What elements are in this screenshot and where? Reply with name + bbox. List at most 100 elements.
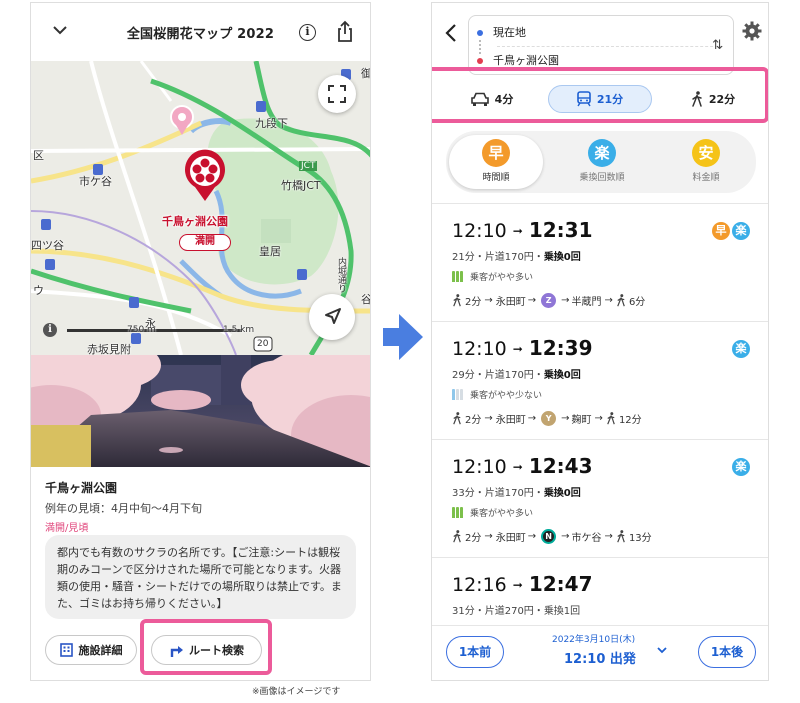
walk-time: 13分 [628,533,652,544]
arrival-time: 12:31 [528,218,593,242]
info-icon[interactable]: i [299,24,316,41]
route-times: 12:16 ➞ 12:47 [452,572,593,596]
building-icon [59,643,73,657]
crowd-text: 乗客がやや少ない [470,391,543,401]
route-meta: 31分・片道270円・乗換1回 [452,602,580,617]
map-place-name[interactable]: 千鳥ヶ淵公園 [162,213,228,229]
facility-detail-button[interactable]: 施設詳細 [45,635,137,665]
app-header: 全国桜開花マップ 2022 i [31,3,370,61]
place-description: 都内でも有数のサクラの名所です。【ご注意:シートは観桜期のみコーンで区分けされた… [45,535,356,619]
image-note: ※画像はイメージです [252,687,341,697]
route-duration-fare: 33分・片道170円・ [452,488,544,499]
route-badges: 楽 [730,340,750,358]
place-info: 千鳥ヶ淵公園 例年の見頃：4月中旬〜4月下旬 満開/見頃 [45,479,365,534]
previous-train-button[interactable]: 1本前 [446,636,504,668]
map-label-kudanshita: 九段下 [255,117,288,130]
sort-by-time[interactable]: 早 時間順 [449,135,543,189]
walk-time: 2分 [465,297,482,308]
sort-by-fare-label: 料金順 [692,173,720,183]
place-name: 千鳥ヶ淵公園 [45,481,118,495]
crowd-level-icon [452,389,464,400]
departure-time: 12:10 [452,338,507,360]
arrow-right-icon: → [594,413,603,424]
swap-icon[interactable]: ⇅ [712,38,723,53]
route-transfers: 乗換0回 [543,252,581,263]
route-meta: 21分・片道170円・乗換0回 [452,248,581,263]
gear-icon[interactable] [742,21,762,41]
fullscreen-button[interactable] [318,75,356,113]
arrow-right-icon: → [527,295,537,306]
sort-selector: 早 時間順 楽 乗換回数順 安 料金順 [446,131,756,193]
walk-icon [607,412,615,425]
arrival-time: 12:43 [528,454,593,478]
crowd-level: 乗客がやや少ない [452,388,542,401]
metro-line-n-icon: N [541,529,557,544]
walk-time: 6分 [628,297,646,308]
map-label-akasaka: 赤坂見附 [87,343,131,355]
map-view[interactable]: 市ケ谷 九段下 JCT 竹橋JCT 四ツ谷 皇居 内堀通り 永 赤坂見附 御 区… [31,61,371,355]
route-badges: 楽 [730,458,750,476]
my-location-button[interactable] [309,294,355,340]
route-steps: 2分 → 永田町 → Y → 麹町 → 12分 [452,411,642,426]
chevron-down-icon[interactable] [49,19,71,41]
route-badges: 早 楽 [710,222,750,240]
easy-badge-icon: 楽 [732,458,750,476]
walk-time: 12分 [618,415,642,426]
arrival-time: 12:39 [528,336,593,360]
walk-icon [453,530,461,543]
route-shield-number: 20 [257,339,269,349]
crowd-level-icon [452,271,464,282]
departure-time: 12:10 [452,456,507,478]
route-duration-fare: 29分・片道170円・ [452,370,544,381]
station-to: 市ケ谷 [571,533,602,544]
chevron-down-icon[interactable] [656,644,668,656]
field-separator [497,46,723,47]
map-label-o: 御 [361,67,371,80]
bloom-status-badge: 満開 [179,234,231,251]
arrow-right-icon: → [604,531,613,542]
map-label-ichigaya: 市ケ谷 [79,175,112,188]
share-icon[interactable] [334,19,356,43]
search-date[interactable]: 2022年3月10日(木) [552,632,635,645]
arrow-right-icon: ➞ [512,342,523,356]
route-times: 12:10 ➞ 12:39 [452,336,593,360]
sort-by-transfers[interactable]: 楽 乗換回数順 [555,135,649,189]
origin-dot-icon [477,30,483,36]
sort-by-transfers-label: 乗換回数順 [579,173,625,183]
arrow-right-icon: → [561,413,570,424]
back-chevron-icon[interactable] [444,23,458,43]
arrow-right-icon: ➞ [512,578,523,592]
station-from: 永田町 [495,415,526,426]
sakura-pin-icon[interactable] [177,147,233,203]
bloom-season: 例年の見頃：4月中旬〜4月下旬 [45,502,202,515]
map-label-takebashi-jct: 竹橋JCT [281,179,321,192]
arrow-right-icon: → [561,295,570,306]
sort-by-fare[interactable]: 安 料金順 [659,135,753,189]
origin-destination-box[interactable]: 現在地 千鳥ヶ淵公園 ⇅ [468,15,734,75]
departure-time-selector[interactable]: 12:10 出発 [564,648,636,667]
map-info-icon[interactable]: i [43,323,57,337]
route-button-highlight [140,619,272,675]
scale-label-750m: 750 m [127,325,156,335]
destination-field[interactable]: 千鳥ヶ淵公園 [493,52,559,68]
bloom-status: 満開/見頃 [45,523,89,534]
next-train-button[interactable]: 1本後 [698,636,756,668]
page-title: 全国桜開花マップ 2022 [126,26,275,42]
arrow-right-icon: → [484,413,493,424]
map-label-kokyo: 皇居 [259,245,281,258]
fullscreen-icon [328,85,346,103]
crowd-level: 乗客がやや多い [452,506,533,519]
route-times: 12:10 ➞ 12:43 [452,454,593,478]
origin-field[interactable]: 現在地 [493,24,526,40]
crowd-text: 乗客がやや多い [470,273,534,283]
destination-dot-icon [477,58,483,64]
departure-time: 12:16 [452,574,507,596]
walk-time: 2分 [465,415,482,426]
route-item[interactable]: 12:10 ➞ 12:43 楽 33分・片道170円・乗換0回 乗客がやや多い 2分… [432,439,768,557]
station-from: 永田町 [495,297,526,308]
easy-badge-icon: 楽 [732,222,750,240]
route-item[interactable]: 12:10 ➞ 12:39 楽 29分・片道170円・乗換0回 乗客がやや少ない 2… [432,321,768,439]
route-item[interactable]: 12:10 ➞ 12:31 早 楽 21分・片道170円・乗換0回 乗客がやや多い … [432,203,768,321]
walk-time: 2分 [465,533,482,544]
arrow-right-icon: → [484,295,493,306]
